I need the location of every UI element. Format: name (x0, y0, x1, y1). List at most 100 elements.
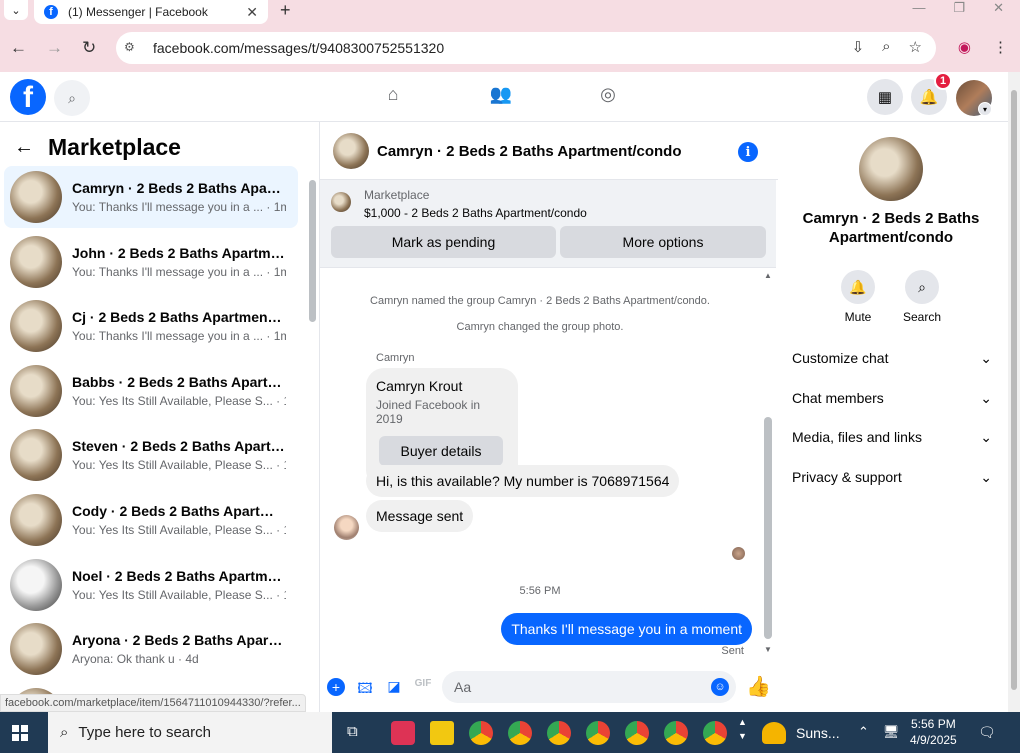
close-window-icon[interactable]: ✕ (993, 0, 1004, 15)
chat-title[interactable]: Camryn · 2 Beds 2 Baths Apartment/condo (377, 143, 682, 160)
message-thread: Camryn named the group Camryn · 2 Beds 2… (320, 269, 766, 659)
group-avatar[interactable] (859, 137, 923, 201)
install-app-icon[interactable]: ⇩ (852, 38, 865, 56)
mark-as-pending-button[interactable]: Mark as pending (331, 226, 556, 258)
chrome-icon[interactable] (625, 721, 649, 745)
browser-tab-active[interactable]: f (1) Messenger | Facebook ✕ (34, 0, 268, 24)
chrome-icon[interactable] (703, 721, 727, 745)
bookmark-star-icon[interactable]: ☆ (909, 38, 922, 56)
incoming-message[interactable]: Message sent (366, 500, 474, 532)
incoming-message[interactable]: Hi, is this available? My number is 7068… (366, 465, 680, 497)
chevron-down-icon: ⌄ (980, 390, 992, 406)
bell-icon[interactable]: 🔔 (841, 270, 875, 304)
conversation-item[interactable]: Aryona · 2 Beds 2 Baths Apartm... Aryona:… (4, 618, 298, 680)
tab-close-icon[interactable]: ✕ (246, 4, 258, 21)
sticky-notes-icon[interactable] (430, 721, 454, 745)
add-attachment-icon[interactable]: + (327, 678, 345, 696)
browser-tab-strip: ⌄ f (1) Messenger | Facebook ✕ + — ❐ ✕ (0, 0, 1020, 24)
info-icon[interactable]: i (738, 142, 758, 162)
chrome-icon[interactable] (469, 721, 493, 745)
chrome-icon[interactable] (508, 721, 532, 745)
listing-title[interactable]: $1,000 - 2 Beds 2 Baths Apartment/condo (364, 206, 587, 220)
section-media-files-links[interactable]: Media, files and links ⌄ (792, 429, 992, 446)
chat-scrollbar[interactable]: ▲ ▼ (762, 269, 774, 659)
section-customize-chat[interactable]: Customize chat ⌄ (792, 350, 992, 367)
forward-icon[interactable]: → (46, 38, 63, 58)
search-action[interactable]: ⌕ Search (896, 270, 948, 324)
site-info-icon[interactable]: ⚙ (124, 40, 140, 56)
buyer-name: Camryn Krout (376, 378, 463, 394)
groups-icon[interactable]: ◎ (596, 84, 620, 108)
attach-photo-icon[interactable]: 🖾 (356, 678, 374, 696)
emoji-icon[interactable]: ☺ (711, 678, 729, 696)
thumbs-up-icon[interactable]: 👍 (746, 674, 771, 699)
conversation-avatar (10, 623, 62, 676)
profile-icon[interactable]: ◉ (958, 38, 971, 56)
section-privacy-support[interactable]: Privacy & support ⌄ (792, 469, 992, 486)
conversation-name: Babbs · 2 Beds 2 Baths Apartme... (72, 373, 286, 390)
chrome-icon[interactable] (547, 721, 571, 745)
taskbar-search[interactable]: ⌕ Type here to search (48, 712, 332, 753)
show-hidden-icons-icon[interactable]: ⌃ (858, 724, 869, 740)
conversation-text: Aryona · 2 Beds 2 Baths Apartm... Aryona:… (72, 632, 286, 666)
conversation-text: Noel · 2 Beds 2 Baths Apartmen... You: Ye… (72, 568, 286, 602)
tab-search-button[interactable]: ⌄ (4, 0, 28, 20)
back-arrow-icon[interactable]: ← (14, 136, 34, 159)
page-scrollbar[interactable] (1008, 72, 1020, 712)
friends-icon[interactable]: 👥 (489, 84, 513, 108)
paint-app-icon[interactable] (391, 721, 415, 745)
sender-avatar[interactable] (334, 515, 359, 540)
conversation-avatar (10, 235, 62, 288)
conversation-item[interactable]: Steven · 2 Beds 2 Baths Apartm... You: Ye… (4, 424, 298, 486)
taskbar-scroll-arrows[interactable]: ▲ ▼ (738, 715, 747, 743)
taskbar-clock[interactable]: 5:56 PM 4/9/2025 (910, 716, 957, 748)
mute-action[interactable]: 🔔 Mute (832, 270, 884, 324)
conversation-preview: You: Yes Its Still Available, Please S..… (72, 458, 286, 473)
home-icon[interactable]: ⌂ (381, 84, 405, 108)
search-icon[interactable]: ⌕ (54, 80, 90, 116)
timestamp-separator: 5:56 PM (519, 585, 561, 597)
browser-menu-icon[interactable]: ⋮ (993, 38, 1008, 56)
task-view-icon[interactable]: ⧉ (347, 723, 358, 740)
windows-start-icon[interactable] (12, 725, 28, 741)
new-tab-button[interactable]: + (280, 0, 291, 21)
chrome-icon[interactable] (664, 721, 688, 745)
outgoing-message[interactable]: Thanks I'll message you in a moment (501, 613, 752, 645)
back-icon[interactable]: ← (10, 38, 27, 58)
conversation-item[interactable]: Cody · 2 Beds 2 Baths Apartmen... You: Ye… (4, 489, 298, 551)
buyer-details-button[interactable]: Buyer details (379, 436, 503, 466)
address-bar[interactable]: ⚙ facebook.com/messages/t/94083007525513… (116, 32, 936, 64)
action-center-icon[interactable]: 🗨 (978, 724, 996, 741)
sticker-icon[interactable]: ◪ (385, 678, 403, 696)
conversation-preview: You: Thanks I'll message you in a ... · … (72, 264, 286, 279)
gif-icon[interactable]: GIF (414, 678, 432, 696)
facebook-favicon-icon: f (44, 5, 58, 19)
chevron-down-icon: ⌄ (980, 469, 992, 485)
weather-widget[interactable]: Suns... (762, 722, 840, 744)
conversation-item[interactable]: John · 2 Beds 2 Baths Apartmen... You: Th… (4, 231, 298, 293)
reload-icon[interactable]: ↻ (82, 38, 96, 58)
facebook-logo-icon[interactable]: f (10, 79, 46, 115)
chevron-down-icon[interactable]: ▾ (978, 102, 992, 116)
zoom-icon[interactable]: ⌕ (882, 38, 890, 56)
conversation-preview: You: Yes Its Still Available, Please S..… (72, 587, 286, 602)
conversation-item[interactable]: Cj · 2 Beds 2 Baths Apartment/c... You: T… (4, 295, 298, 357)
tab-title: (1) Messenger | Facebook (68, 5, 208, 19)
more-options-button[interactable]: More options (560, 226, 766, 258)
network-icon[interactable]: 🖥 (883, 724, 900, 740)
maximize-icon[interactable]: ❐ (953, 0, 965, 15)
conversation-item[interactable]: Noel · 2 Beds 2 Baths Apartmen... You: Ye… (4, 554, 298, 616)
message-input[interactable]: Aa (442, 671, 736, 703)
conversation-item[interactable]: Babbs · 2 Beds 2 Baths Apartme... You: Ye… (4, 360, 298, 422)
listing-thumbnail[interactable] (331, 192, 351, 212)
menu-grid-icon[interactable]: ▦ (867, 79, 903, 115)
conversation-list-scrollbar[interactable] (307, 170, 317, 710)
section-chat-members[interactable]: Chat members ⌄ (792, 390, 992, 407)
conversation-item[interactable]: Camryn · 2 Beds 2 Baths Apart... You: Tha… (4, 166, 298, 228)
chat-avatar[interactable] (333, 133, 369, 169)
search-icon[interactable]: ⌕ (905, 270, 939, 304)
conversation-preview: You: Thanks I'll message you in a ... · … (72, 329, 286, 344)
conversation-text: Cj · 2 Beds 2 Baths Apartment/c... You: T… (72, 309, 286, 343)
minimize-icon[interactable]: — (912, 0, 925, 15)
chrome-icon[interactable] (586, 721, 610, 745)
